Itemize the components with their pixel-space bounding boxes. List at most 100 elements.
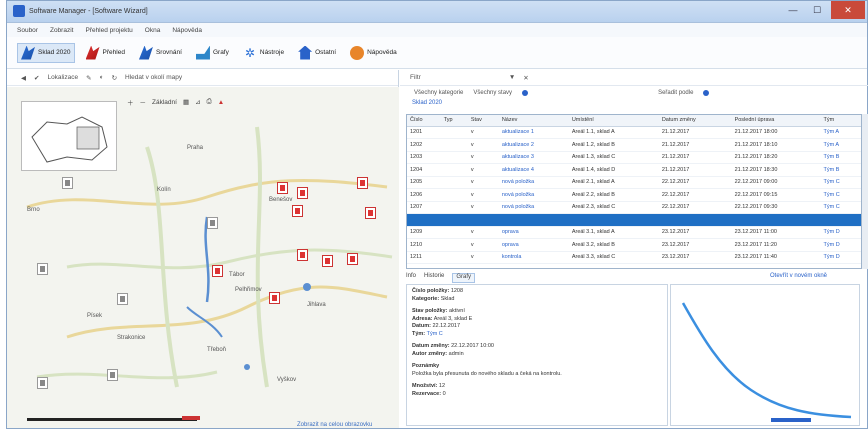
menu-item-prehled[interactable]: Přehled projektu xyxy=(85,27,132,34)
map-marker[interactable] xyxy=(297,249,308,261)
map-overview[interactable] xyxy=(21,101,117,171)
map-marker[interactable] xyxy=(365,207,376,219)
map-marker[interactable] xyxy=(297,187,308,199)
map-marker[interactable] xyxy=(277,182,288,194)
table-cell: v xyxy=(467,163,499,177)
map-layer-label[interactable]: Základní xyxy=(152,99,177,106)
map-marker[interactable] xyxy=(347,253,358,265)
warning-icon[interactable]: ▲ xyxy=(218,99,224,106)
table-row[interactable] xyxy=(407,213,861,227)
chart-svg xyxy=(681,302,852,419)
chart-scroll-bar[interactable] xyxy=(771,418,811,422)
close-button[interactable]: ✕ xyxy=(831,1,865,19)
table-cell: 21.12.2017 18:20 xyxy=(731,151,821,164)
map-marker[interactable] xyxy=(357,177,368,189)
tab-info[interactable]: Info xyxy=(406,273,416,283)
map-canvas[interactable]: ＋ － Základní ▦ ⊿ ⎙ ▲ Praha Brno Kolín Be… xyxy=(7,87,399,428)
table-cell: Areál 1.2, sklad B xyxy=(568,138,659,152)
column-header[interactable]: Číslo xyxy=(407,115,441,127)
ribbon-ostatni-button[interactable]: Ostatní xyxy=(295,44,339,62)
table-row[interactable]: 1202 v aktualizace 2 Areál 1.2, sklad B 21.1… xyxy=(407,138,861,152)
pencil-icon[interactable]: ✎ xyxy=(86,74,91,82)
filter-icon[interactable]: ▼ xyxy=(509,74,515,81)
maximize-button[interactable]: ☐ xyxy=(805,3,829,17)
table-cell: v xyxy=(467,188,499,202)
table-row[interactable]: 1203 v aktualizace 3 Areál 1.3, sklad C 21.1… xyxy=(407,151,861,164)
print-icon[interactable]: ⎙ xyxy=(207,98,212,106)
ribbon-label: Sklad 2020 xyxy=(38,49,71,56)
table-row[interactable]: 1205 v nová položka Areál 2.1, sklad A 22.12… xyxy=(407,176,861,189)
status-filter[interactable]: Všechny stavy xyxy=(473,90,512,96)
detail-section-text: Položka byla přesunuta do nového skladu … xyxy=(412,370,562,377)
table-row[interactable]: 1210 v oprava Areál 3.2, sklad B 23.12.2017 2… xyxy=(407,238,861,252)
table-cell: Tým D xyxy=(820,251,861,264)
map-marker[interactable] xyxy=(37,377,48,389)
category-filter[interactable]: Všechny kategorie xyxy=(414,90,463,96)
table-cell: 1207 xyxy=(407,201,441,214)
table-row[interactable]: 1201 v aktualizace 1 Areál 1.1, sklad A 21.1… xyxy=(407,126,861,139)
map-marker[interactable] xyxy=(322,255,333,267)
ribbon-sklad-button[interactable]: Sklad 2020 xyxy=(17,42,75,63)
column-header[interactable]: Tým xyxy=(820,115,861,127)
clear-filter-icon[interactable]: ✕ xyxy=(523,74,528,82)
zoom-out-icon[interactable]: － xyxy=(140,97,147,107)
measure-icon[interactable]: ⊿ xyxy=(195,98,200,106)
table-row[interactable]: 1206 v nová položka Areál 2.2, sklad B 22.12… xyxy=(407,188,861,202)
tab-grafy[interactable]: Grafy xyxy=(452,273,476,283)
chart-line xyxy=(681,302,852,419)
refresh-icon[interactable]: ↻ xyxy=(112,74,117,82)
ribbon-srovnani-button[interactable]: Srovnání xyxy=(136,44,185,62)
grid-scrollbar[interactable] xyxy=(862,114,868,269)
column-header[interactable]: Poslední úprava xyxy=(731,115,821,127)
table-row[interactable]: 1204 v aktualizace 4 Areál 1.4, sklad D 21.1… xyxy=(407,163,861,177)
menu-item-napoveda[interactable]: Nápověda xyxy=(172,27,202,34)
table-cell: Tým D xyxy=(820,226,861,239)
back-icon[interactable]: ◀ xyxy=(21,74,26,82)
map-marker[interactable] xyxy=(37,263,48,275)
map-fullscreen-link[interactable]: Zobrazit na celou obrazovku xyxy=(297,422,372,428)
menu-item-zobrazit[interactable]: Zobrazit xyxy=(50,27,73,34)
table-row[interactable]: 1211 v kontrola Areál 3.3, sklad C 23.12.201… xyxy=(407,251,861,264)
filter-label[interactable]: Filtr xyxy=(410,74,421,81)
table-cell: v xyxy=(467,151,499,164)
ribbon-napoveda-button[interactable]: Nápověda xyxy=(347,44,400,62)
column-header[interactable]: Stav xyxy=(467,115,499,127)
table-cell: 21.12.2017 xyxy=(658,163,732,177)
map-marker[interactable] xyxy=(62,177,73,189)
map-marker[interactable] xyxy=(212,265,223,277)
tab-historie[interactable]: Historie xyxy=(424,273,444,283)
menu-item-okna[interactable]: Okna xyxy=(145,27,161,34)
detail-panel: Číslo položky: 1208 Kategorie: Sklad Sta… xyxy=(406,284,668,426)
column-header[interactable]: Datum změny xyxy=(658,115,732,127)
map-search-label[interactable]: Hledat v okolí mapy xyxy=(125,74,182,81)
table-cell: Areál 3.2, sklad B xyxy=(568,238,659,252)
ribbon-nastroje-button[interactable]: ✲ Nástroje xyxy=(240,44,287,62)
table-cell: Tým C xyxy=(820,201,861,214)
open-new-window-link[interactable]: Otevřít v novém okně xyxy=(770,273,827,279)
sort-filter[interactable]: Seřadit podle xyxy=(658,90,693,96)
layers-icon[interactable]: ▦ xyxy=(183,98,189,106)
map-marker[interactable] xyxy=(207,217,218,229)
map-scale-marker xyxy=(182,416,200,420)
column-header[interactable]: Umístění xyxy=(568,115,659,127)
map-marker[interactable] xyxy=(269,292,280,304)
map-marker[interactable] xyxy=(292,205,303,217)
table-row[interactable]: 1209 v oprava Areál 3.1, sklad A 23.12.2017 2… xyxy=(407,226,861,239)
zoom-in-icon[interactable]: ＋ xyxy=(127,97,134,107)
grid-tab[interactable]: Sklad 2020 xyxy=(400,100,868,110)
column-header[interactable]: Název xyxy=(498,115,569,127)
ribbon-toolbar: Sklad 2020 Přehled Srovnání Grafy ✲ Nást… xyxy=(7,37,867,69)
ribbon-grafy-button[interactable]: Grafy xyxy=(193,44,232,62)
table-row[interactable]: 1207 v nová položka Areál 2.3, sklad C 22.12… xyxy=(407,201,861,214)
check-icon[interactable]: ✔ xyxy=(34,74,39,82)
map-marker[interactable] xyxy=(107,369,118,381)
compass-icon[interactable]: ◐ xyxy=(100,74,104,81)
ribbon-prehled-button[interactable]: Přehled xyxy=(83,44,128,62)
detail-line: Adresa: Areál 3, sklad E xyxy=(412,315,473,322)
minimize-button[interactable]: — xyxy=(781,3,805,17)
table-cell: v xyxy=(467,201,499,214)
menu-item-soubor[interactable]: Soubor xyxy=(17,27,38,34)
table-cell: v xyxy=(467,176,499,189)
map-marker[interactable] xyxy=(117,293,128,305)
column-header[interactable]: Typ xyxy=(440,115,468,127)
